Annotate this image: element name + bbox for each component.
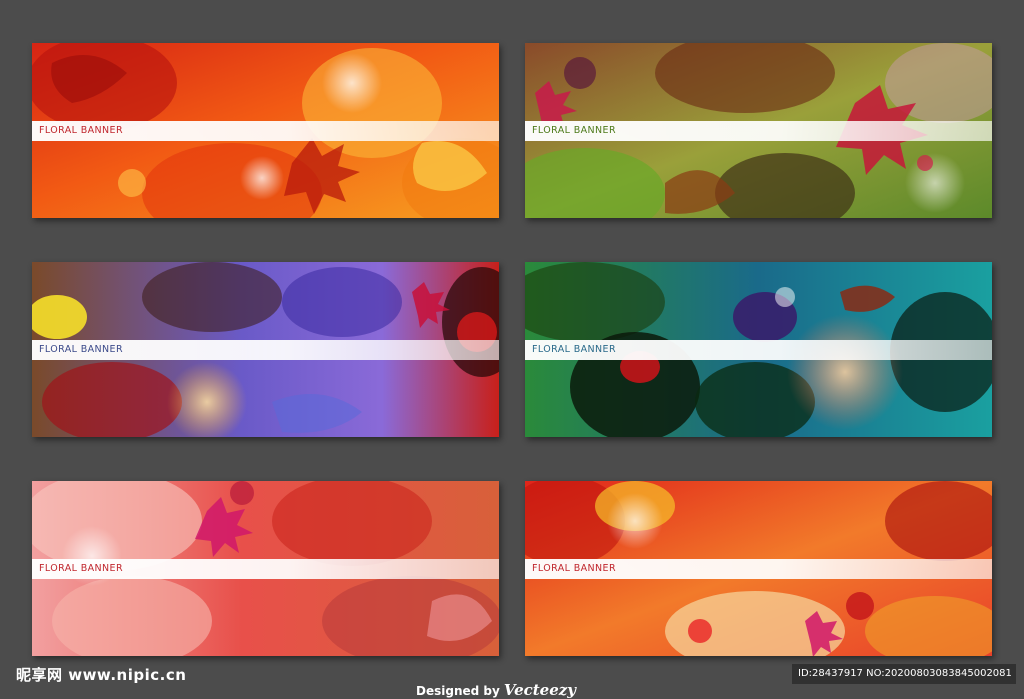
brand-logo-text: Vecteezy <box>503 681 576 699</box>
banner-6-title-strip: FLORAL BANNER <box>525 559 992 579</box>
banner-1-title-strip: FLORAL BANNER <box>32 121 499 141</box>
floral-banner-3: FLORAL BANNER <box>32 262 499 437</box>
banner-6-title: FLORAL BANNER <box>532 563 616 575</box>
floral-banner-4: FLORAL BANNER <box>525 262 992 437</box>
banner-1-title: FLORAL BANNER <box>39 125 123 137</box>
banner-5-title: FLORAL BANNER <box>39 563 123 575</box>
image-id-badge: ID:28437917 NO:20200803083845002081 <box>792 664 1016 684</box>
banner-4-title: FLORAL BANNER <box>532 344 616 356</box>
floral-banner-1: FLORAL BANNER <box>32 43 499 218</box>
credit-watermark: Designed by Vecteezy <box>416 681 576 699</box>
banner-3-title: FLORAL BANNER <box>39 344 123 356</box>
banner-2-title-strip: FLORAL BANNER <box>525 121 992 141</box>
banner-2-title: FLORAL BANNER <box>532 125 616 137</box>
banner-3-title-strip: FLORAL BANNER <box>32 340 499 360</box>
floral-banner-6: FLORAL BANNER <box>525 481 992 656</box>
floral-banner-2: FLORAL BANNER <box>525 43 992 218</box>
designed-by-text: Designed by <box>416 684 500 698</box>
floral-banner-5: FLORAL BANNER <box>32 481 499 656</box>
banner-5-title-strip: FLORAL BANNER <box>32 559 499 579</box>
site-watermark: 昵享网 www.nipic.cn <box>16 666 187 684</box>
banner-4-title-strip: FLORAL BANNER <box>525 340 992 360</box>
